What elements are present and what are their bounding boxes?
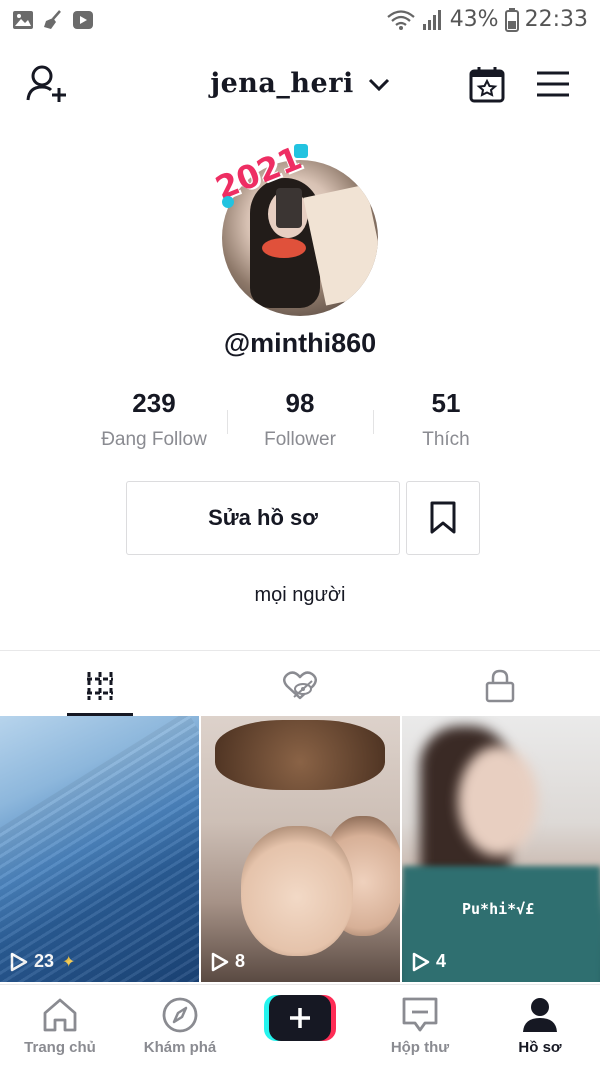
status-bar: 43% 22:33 — [0, 0, 600, 42]
nav-inbox[interactable]: Hộp thư — [360, 995, 480, 1056]
stat-followers[interactable]: 98 Follower — [220, 388, 380, 451]
grid-icon — [87, 672, 113, 700]
lock-icon — [485, 669, 515, 703]
account-name: jena_heri — [210, 68, 354, 99]
play-icon — [10, 952, 28, 971]
video-thumbnail[interactable]: Pu*hi*√£ 4 — [402, 716, 600, 982]
system-status: 43% 22:33 — [386, 7, 588, 32]
sparkle-icon: ✦ — [62, 953, 76, 971]
tab-private[interactable] — [400, 664, 600, 708]
signal-icon — [422, 9, 441, 30]
view-count: 23 ✦ — [10, 951, 75, 972]
plus-icon — [290, 1008, 310, 1028]
notification-icons — [12, 9, 94, 31]
profile-header: jena_heri — [0, 56, 600, 112]
followers-count: 98 — [285, 388, 315, 418]
chevron-down-icon — [368, 78, 389, 91]
nav-home[interactable]: Trang chủ — [0, 995, 120, 1056]
menu-icon[interactable] — [536, 70, 570, 98]
account-switcher[interactable]: jena_heri — [0, 68, 600, 99]
view-count: 4 — [412, 951, 446, 972]
video-thumbnail[interactable]: 8 — [201, 716, 400, 982]
compass-icon — [162, 997, 198, 1033]
calendar-star-icon[interactable] — [468, 64, 506, 104]
broom-icon — [44, 10, 61, 29]
inbox-icon — [402, 997, 438, 1032]
following-label: Đang Follow — [101, 429, 207, 450]
profile-icon — [523, 998, 557, 1032]
likes-label: Thích — [422, 429, 470, 450]
username: @minthi860 — [223, 328, 377, 358]
play-icon — [211, 952, 229, 971]
stat-likes[interactable]: 51 Thích — [366, 388, 526, 451]
bio: mọi người — [254, 584, 346, 606]
gallery-icon — [13, 11, 33, 29]
stat-following[interactable]: 239 Đang Follow — [74, 388, 234, 451]
clock: 22:33 — [524, 7, 588, 32]
bottom-nav: Trang chủ Khám phá Hộp thư Hồ sơ — [0, 984, 600, 1067]
home-icon — [43, 998, 77, 1032]
avatar-sticker: 2021 — [210, 138, 308, 208]
create-button[interactable] — [264, 995, 336, 1041]
liked-hidden-icon — [283, 671, 317, 700]
nav-profile[interactable]: Hồ sơ — [480, 995, 600, 1056]
battery-icon — [504, 7, 519, 32]
wifi-icon — [386, 9, 415, 30]
nav-discover[interactable]: Khám phá — [120, 995, 240, 1056]
bookmark-icon — [430, 501, 456, 534]
view-count: 8 — [211, 951, 245, 972]
play-icon — [412, 952, 430, 971]
tab-videos[interactable] — [0, 664, 200, 708]
video-thumbnail[interactable]: 23 ✦ — [0, 716, 199, 982]
video-caption: Pu*hi*√£ — [462, 900, 535, 918]
tabs-divider — [0, 650, 600, 651]
tab-liked[interactable] — [200, 664, 400, 708]
video-icon — [73, 11, 93, 29]
following-count: 239 — [132, 388, 176, 418]
battery-percent: 43% — [449, 7, 499, 32]
likes-count: 51 — [431, 388, 461, 418]
edit-profile-button[interactable]: Sửa hồ sơ — [126, 481, 400, 555]
followers-label: Follower — [264, 429, 336, 450]
favorites-button[interactable] — [406, 481, 480, 555]
